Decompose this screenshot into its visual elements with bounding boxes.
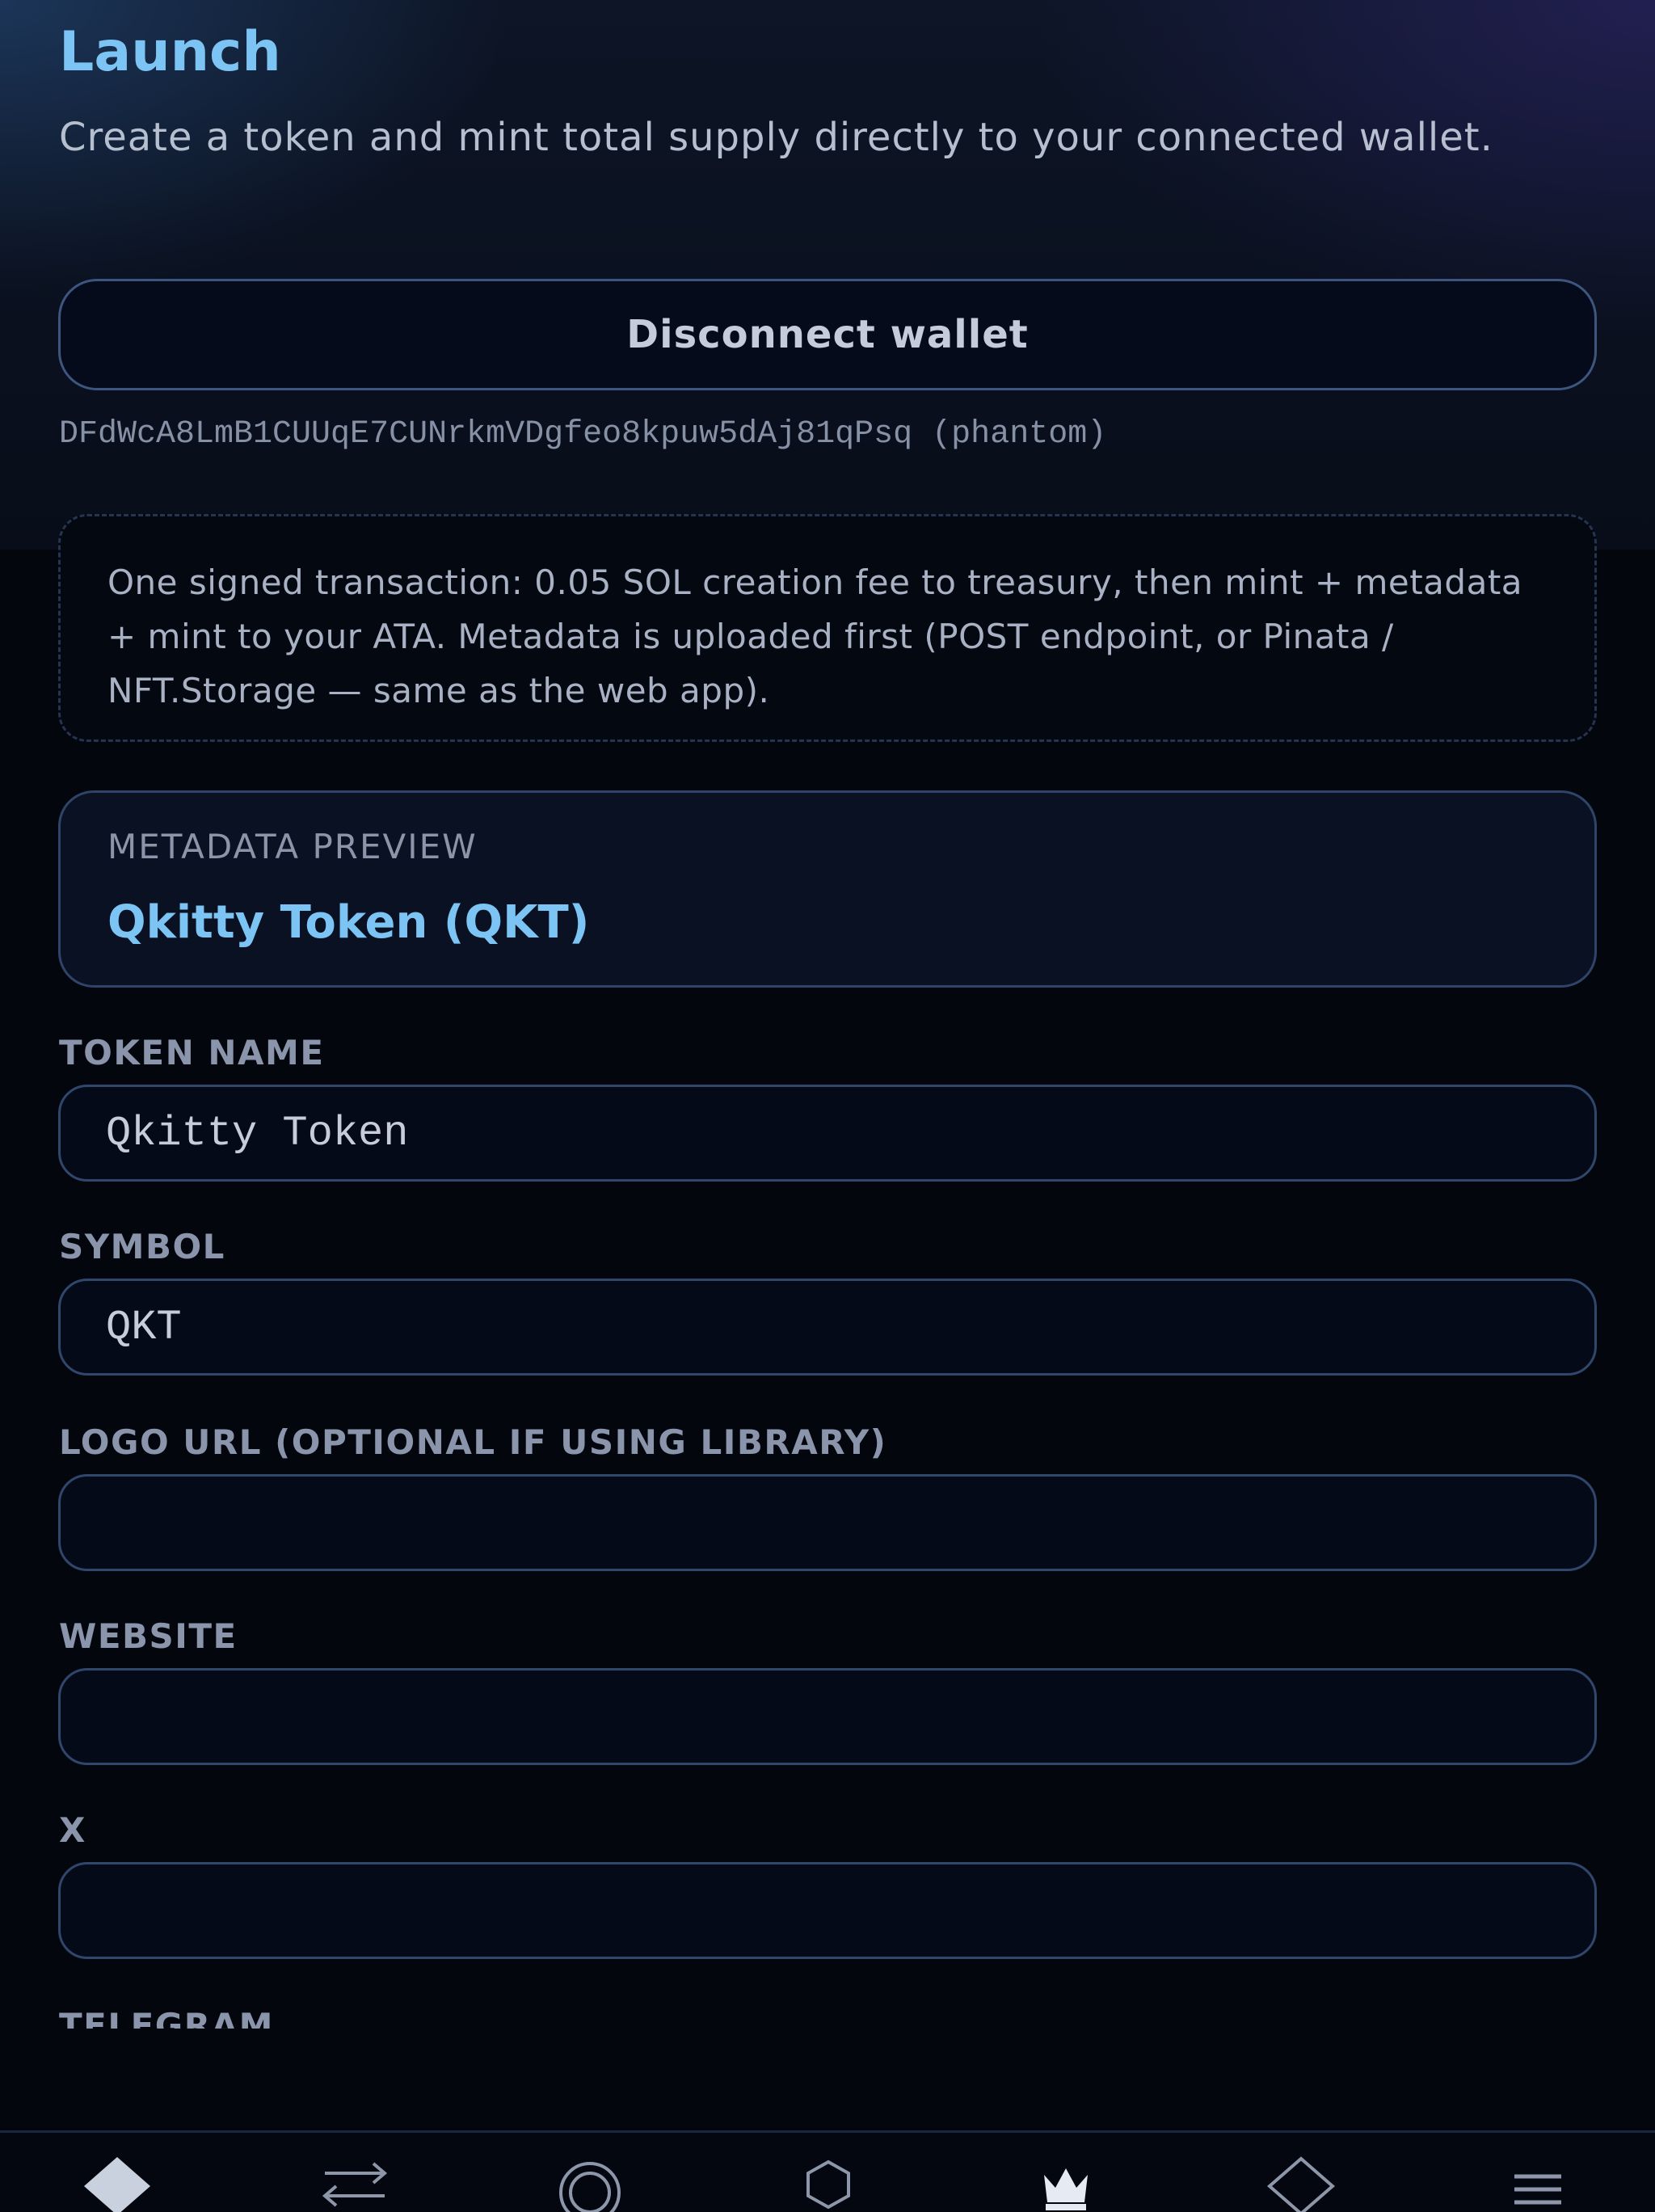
swap-arrows-icon [322,2162,388,2207]
symbol-input[interactable] [58,1279,1597,1376]
transaction-notice: One signed transaction: 0.05 SOL creatio… [58,514,1597,742]
nav-item-home[interactable] [61,2133,174,2212]
menu-lines-icon [1514,2174,1561,2205]
page-subtitle: Create a token and mint total supply dir… [59,115,1493,160]
wallet-address: DFdWcA8LmB1CUUqE7CUNrkmVDgfeo8kpuw5dAj81… [59,416,1107,453]
metadata-preview-value: Qkitty Token (QKT) [107,896,590,949]
bottom-navigation [0,2130,1655,2212]
diamond-filled-icon [84,2157,150,2212]
transaction-notice-text: One signed transaction: 0.05 SOL creatio… [107,562,1523,710]
metadata-preview-label: METADATA PREVIEW [107,827,478,866]
nav-item-swap[interactable] [298,2133,411,2210]
symbol-label: SYMBOL [59,1227,225,1266]
launch-page: Launch Create a token and mint total sup… [0,0,1655,2029]
token-name-input[interactable] [58,1085,1597,1182]
x-input[interactable] [58,1862,1597,1959]
nav-item-hex[interactable] [772,2133,885,2210]
page-title: Launch [59,20,281,84]
nav-item-assets[interactable] [1244,2133,1358,2212]
hexagon-icon [806,2159,850,2210]
concentric-circles-icon [559,2162,621,2212]
metadata-preview-card: METADATA PREVIEW Qkitty Token (QKT) [58,790,1597,988]
token-name-label: TOKEN NAME [59,1033,325,1072]
crown-icon [1044,2168,1088,2210]
nav-item-launch[interactable] [1009,2133,1122,2210]
diamond-outline-icon [1266,2156,1336,2212]
telegram-label: TELEGRAM [59,2006,274,2029]
nav-item-menu[interactable] [1481,2133,1594,2210]
website-label: WEBSITE [59,1616,238,1656]
disconnect-wallet-button[interactable]: Disconnect wallet [58,279,1597,390]
website-input[interactable] [58,1668,1597,1765]
logo-url-label: LOGO URL (OPTIONAL IF USING LIBRARY) [59,1422,887,1462]
nav-item-pool[interactable] [533,2133,646,2212]
logo-url-input[interactable] [58,1474,1597,1571]
x-label: X [59,1810,86,1850]
